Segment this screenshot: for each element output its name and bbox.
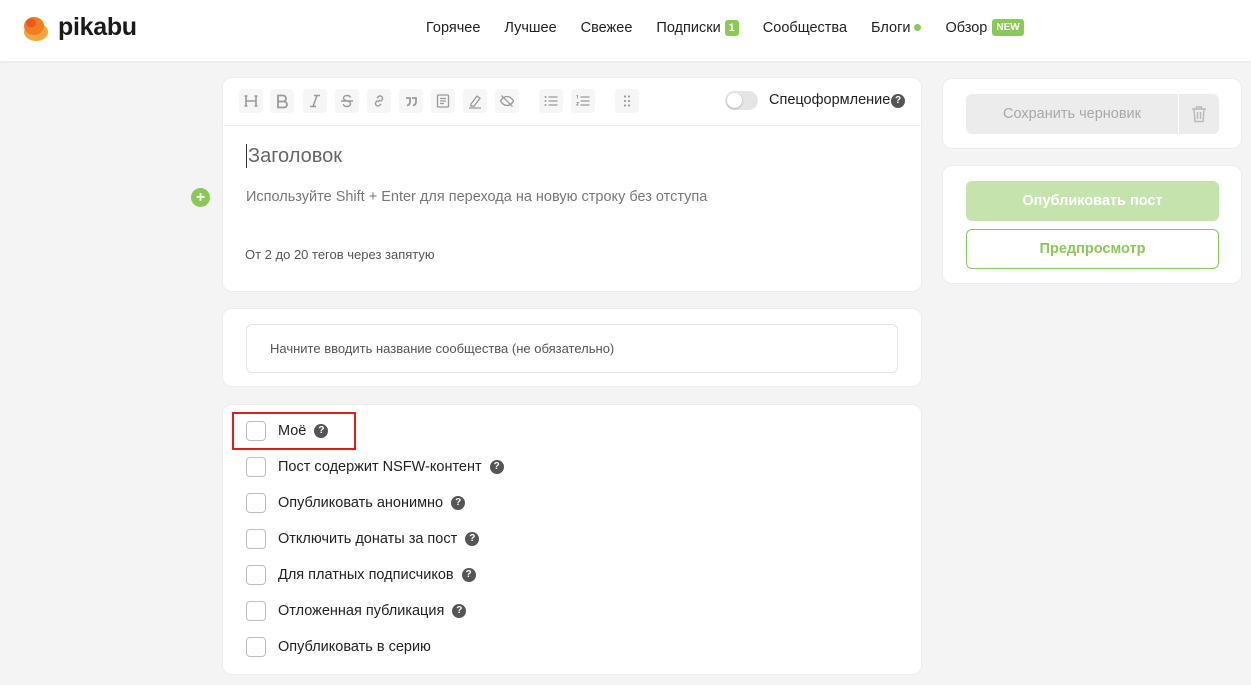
post-body-input[interactable]: Используйте Shift + Enter для перехода н… [246,189,707,205]
checkbox[interactable] [246,493,266,513]
plus-icon: + [195,188,206,206]
nav-best[interactable]: Лучшее [504,20,556,36]
nav-communities[interactable]: Сообщества [763,20,847,36]
spec-formatting-label: Спецоформление [769,92,891,108]
checkbox[interactable] [246,637,266,657]
link-icon[interactable] [367,89,391,113]
option-paid-subscribers[interactable]: Для платных подписчиков ? [246,565,476,585]
publish-post-button[interactable]: Опубликовать пост [966,181,1219,221]
nav-communities-label: Сообщества [762,19,848,36]
help-icon[interactable]: ? [465,532,480,546]
checkbox[interactable] [246,457,266,477]
option-label: Опубликовать анонимно [278,495,444,511]
help-icon[interactable]: ? [452,604,467,618]
trash-icon [1192,106,1206,123]
nav-fresh[interactable]: Свежее [581,20,633,36]
delete-draft-button[interactable] [1179,94,1219,134]
checkbox[interactable] [246,601,266,621]
help-icon[interactable]: ? [451,496,466,510]
add-block-button[interactable]: + [191,188,210,207]
numbered-list-icon[interactable] [571,89,595,113]
bullet-list-icon[interactable] [539,89,563,113]
nav-blogs-label: Блоги [871,19,911,36]
logo-text: pikabu [58,13,137,41]
highlight-box [232,412,356,450]
preview-button[interactable]: Предпросмотр [966,229,1219,269]
new-badge: NEW [992,19,1024,36]
option-nsfw[interactable]: Пост содержит NSFW-контент ? [246,457,504,477]
nav-fresh-label: Свежее [580,19,633,36]
option-scheduled[interactable]: Отложенная публикация ? [246,601,467,621]
pikabu-logo-icon [22,14,50,42]
option-label: Пост содержит NSFW-контент [278,459,482,475]
main-nav: Горячее Лучшее Свежее Подписки 1 Сообщест… [426,19,1024,36]
spec-formatting-toggle[interactable] [725,91,758,110]
bold-icon[interactable] [270,89,294,113]
highlight-icon[interactable] [463,89,487,113]
nav-blogs[interactable]: Блоги [871,19,922,36]
editor-toolbar: Спецоформление ? [223,78,921,126]
option-label: Отложенная публикация [278,603,445,619]
nav-hot-label: Горячее [426,19,481,36]
help-icon[interactable]: ? [891,94,905,108]
save-draft-button[interactable]: Сохранить черновик [966,94,1178,134]
checkbox[interactable] [246,529,266,549]
draft-card: Сохранить черновик [942,78,1242,149]
option-label: Для платных подписчиков [278,567,454,583]
help-icon[interactable]: ? [461,568,476,582]
option-label: Опубликовать в серию [278,639,431,655]
community-search-input[interactable]: Начните вводить название сообщества (не … [246,324,898,373]
option-anonymous[interactable]: Опубликовать анонимно ? [246,493,466,513]
option-label: Отключить донаты за пост [278,531,458,547]
nav-subscriptions[interactable]: Подписки 1 [656,19,739,36]
italic-icon[interactable] [303,89,327,113]
checkbox[interactable] [246,565,266,585]
help-icon[interactable]: ? [489,460,504,474]
subscriptions-count-badge: 1 [724,19,739,36]
community-card: Начните вводить название сообщества (не … [222,308,922,387]
nav-subscriptions-label: Подписки [656,19,721,36]
post-title-input[interactable]: Заголовок [246,144,342,168]
top-header: pikabu Горячее Лучшее Свежее Подписки 1 С… [0,0,1251,61]
post-editor: Спецоформление ? Заголовок Используйте S… [222,77,922,292]
logo[interactable]: pikabu [22,13,137,42]
blogs-new-dot [914,24,922,31]
nav-overview-label: Обзор [945,19,988,36]
nav-best-label: Лучшее [504,19,557,36]
option-disable-donations[interactable]: Отключить донаты за пост ? [246,529,480,549]
tags-input[interactable]: От 2 до 20 тегов через запятую [245,247,435,262]
nav-hot[interactable]: Горячее [426,20,480,36]
drag-handle-icon[interactable] [615,89,639,113]
option-series[interactable]: Опубликовать в серию [246,637,431,657]
quote-icon[interactable] [399,89,423,113]
spoiler-icon[interactable] [431,89,455,113]
hidden-text-icon[interactable] [495,89,519,113]
strikethrough-icon[interactable] [335,89,359,113]
nav-overview[interactable]: Обзор NEW [945,19,1024,36]
heading-icon[interactable] [239,89,263,113]
publish-card: Опубликовать пост Предпросмотр [942,165,1242,284]
